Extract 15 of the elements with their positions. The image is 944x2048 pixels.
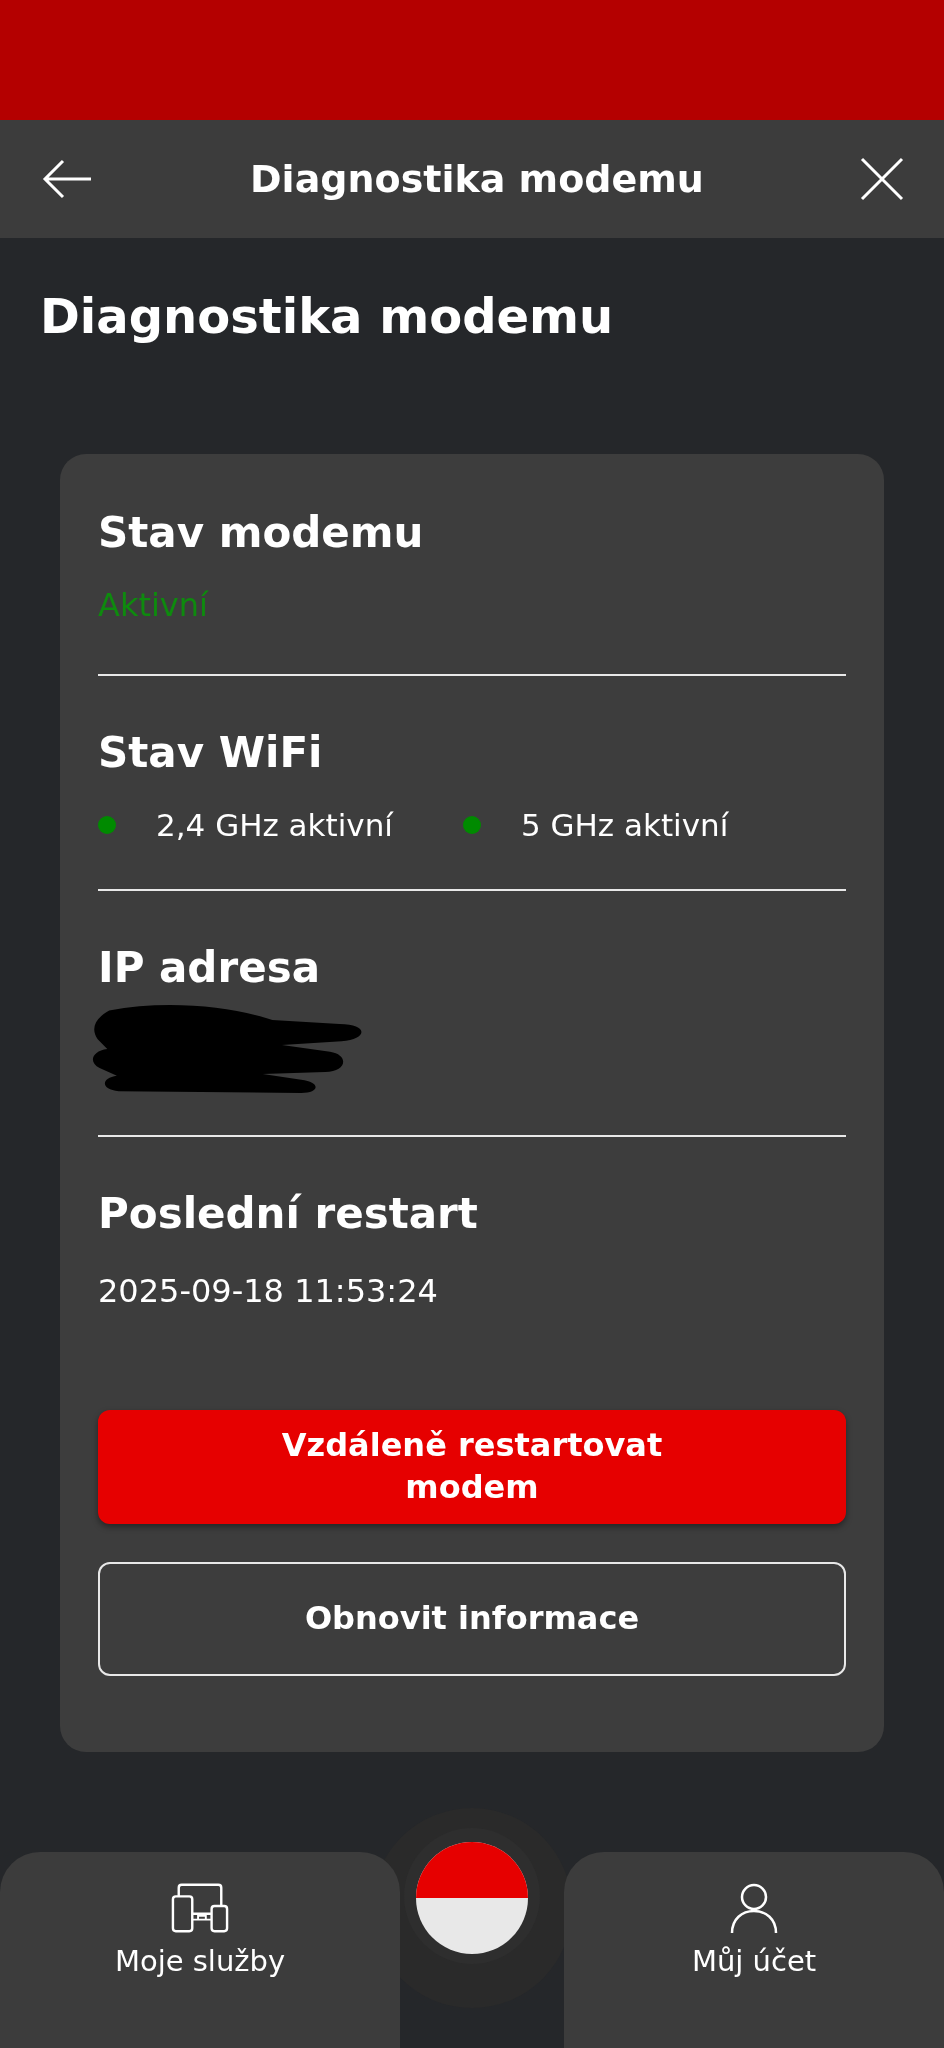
section-heading: Stav modemu xyxy=(98,506,425,559)
section-heading: IP adresa xyxy=(98,941,321,994)
close-icon[interactable] xyxy=(860,157,904,201)
restart-time: 2025-09-18 11:53:24 xyxy=(98,1271,439,1310)
back-arrow-icon[interactable] xyxy=(40,158,94,200)
refresh-button[interactable]: Obnovit informace xyxy=(98,1561,846,1676)
wifi-status: 5 GHz aktivní xyxy=(520,806,729,843)
status-value: Aktivní xyxy=(98,586,210,625)
page-title: Diagnostika modemu xyxy=(40,288,615,346)
section-heading: Poslední restart xyxy=(98,1188,479,1241)
restart-button[interactable]: Vzdáleně restartovat modem xyxy=(98,1409,846,1524)
header-title: Diagnostika modemu xyxy=(249,157,705,201)
wifi-status: 2,4 GHz aktivní xyxy=(156,806,393,843)
devices-icon xyxy=(171,1882,229,1934)
section-heading: Stav WiFi xyxy=(98,727,324,780)
